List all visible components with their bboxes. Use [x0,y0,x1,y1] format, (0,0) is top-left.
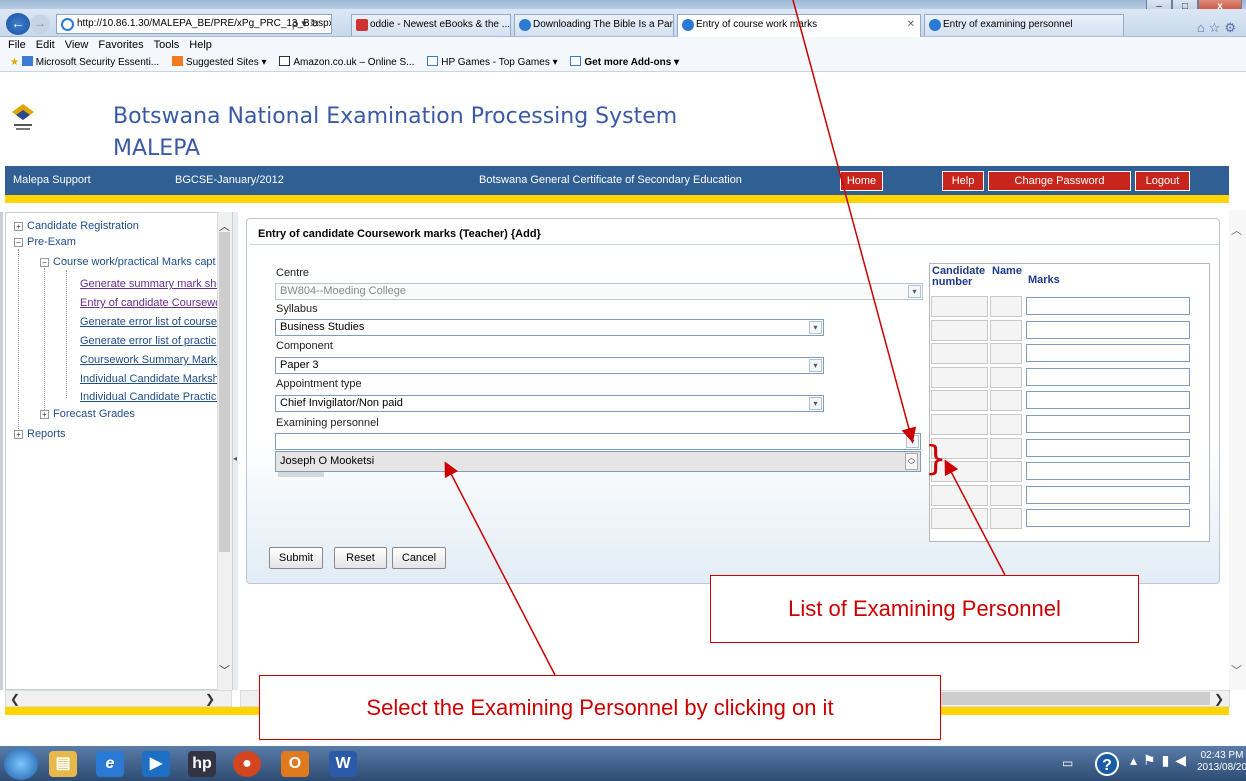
list-brace: } [925,439,947,479]
windows-taskbar [0,746,1246,781]
system-tray-icons[interactable]: ▴⚑▮◀ [1130,752,1192,769]
callout-select-examining-personnel: Select the Examining Personnel by clicki… [259,675,941,740]
clock-time: 02:43 PM [1200,750,1244,761]
keyboard-icon[interactable]: ▭ [1062,756,1073,770]
arrow-to-option [444,461,556,676]
arrow-to-list [944,459,1006,576]
clock-date: 2013/08/20 [1197,762,1246,773]
annotation-arrows [444,0,1006,676]
outlook-icon[interactable]: O [281,751,309,777]
arrow-to-dropdown [792,0,917,443]
word-icon[interactable]: W [329,751,357,777]
explorer-folder-icon[interactable]: ▤ [49,751,77,777]
internet-explorer-icon[interactable]: e [96,751,124,777]
taskbar-clock[interactable]: 02:43 PM 2013/08/20 [1197,750,1246,774]
firefox-icon[interactable]: ● [233,751,261,777]
callout-list-examining-personnel: List of Examining Personnel [710,575,1139,643]
windows-start-icon[interactable] [4,748,38,780]
media-player-icon[interactable]: ▶ [142,751,170,777]
hp-icon[interactable]: hp [188,751,216,777]
help-icon[interactable]: ? [1095,752,1119,776]
